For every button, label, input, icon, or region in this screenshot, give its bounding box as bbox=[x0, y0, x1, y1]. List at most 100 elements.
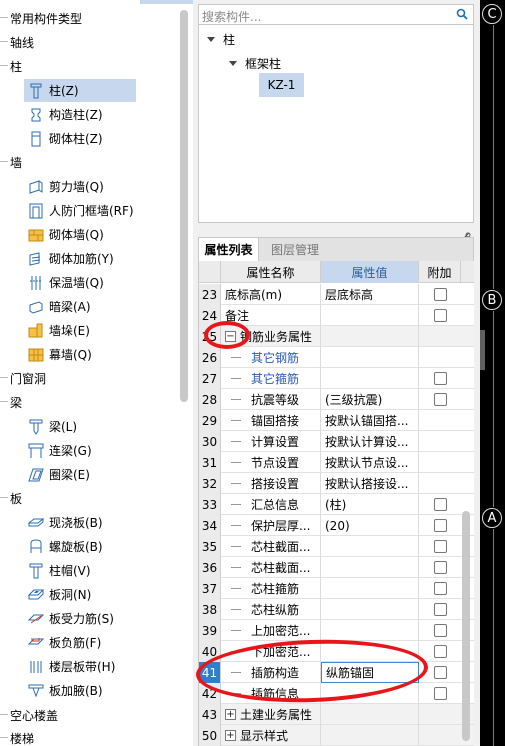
tree-node-frame-column[interactable]: 框架柱 bbox=[229, 55, 281, 72]
property-value[interactable] bbox=[321, 599, 419, 620]
row-number[interactable]: 31 bbox=[199, 452, 221, 473]
axis-bubble-a[interactable]: A bbox=[482, 508, 502, 528]
header-attach[interactable]: 附加 bbox=[419, 261, 461, 283]
tree-item-hidden-beam[interactable]: 暗梁(A) bbox=[24, 295, 176, 318]
table-row[interactable]: 28 抗震等级 (三级抗震) bbox=[199, 389, 474, 410]
property-value[interactable] bbox=[321, 578, 419, 599]
property-value[interactable]: (三级抗震) bbox=[321, 389, 419, 410]
row-number[interactable]: 29 bbox=[199, 410, 221, 431]
axis-bubble-c[interactable]: C bbox=[482, 4, 502, 24]
attach-checkbox[interactable] bbox=[433, 288, 447, 301]
attach-checkbox[interactable] bbox=[433, 309, 447, 322]
row-number[interactable]: 50 bbox=[199, 725, 221, 746]
tree-item-masonry-wall[interactable]: 砌体墙(Q) bbox=[24, 223, 176, 246]
tree-item-column[interactable]: 柱(Z) bbox=[24, 79, 136, 102]
group-axis[interactable]: 轴线 bbox=[0, 30, 178, 54]
row-number[interactable]: 32 bbox=[199, 473, 221, 494]
group-wall[interactable]: 墙 bbox=[0, 150, 178, 174]
property-value[interactable] bbox=[321, 368, 419, 389]
tree-item-cast-slab[interactable]: 现浇板(B) bbox=[24, 511, 176, 534]
tree-item-slab-negative-rebar[interactable]: 板负筋(F) bbox=[24, 631, 176, 654]
row-number[interactable]: 35 bbox=[199, 536, 221, 557]
tree-item-ring-beam[interactable]: 圈梁(E) bbox=[24, 463, 176, 486]
property-value[interactable]: 按默认计算设... bbox=[321, 431, 419, 452]
tree-scrollbar[interactable] bbox=[180, 10, 188, 402]
attach-checkbox[interactable] bbox=[433, 519, 447, 532]
row-number[interactable]: 23 bbox=[199, 284, 221, 305]
table-row[interactable]: 50 + 显示样式 bbox=[199, 725, 474, 746]
attach-checkbox[interactable] bbox=[433, 540, 447, 553]
attach-checkbox[interactable] bbox=[433, 666, 447, 679]
row-number[interactable]: 38 bbox=[199, 599, 221, 620]
property-value[interactable] bbox=[321, 620, 419, 641]
table-row[interactable]: 23 底标高(m) 层底标高 bbox=[199, 284, 474, 305]
property-value[interactable]: 按默认节点设... bbox=[321, 452, 419, 473]
table-row[interactable]: 43 + 土建业务属性 bbox=[199, 704, 474, 725]
tree-node-kz1[interactable]: KZ-1 bbox=[259, 73, 304, 97]
property-value[interactable]: (20) bbox=[321, 515, 419, 536]
tree-item-masonry-reinforcement[interactable]: 砌体加筋(Y) bbox=[24, 247, 176, 270]
tree-item-beam[interactable]: 梁(L) bbox=[24, 415, 176, 438]
property-value[interactable] bbox=[321, 557, 419, 578]
tab-property-list[interactable]: 属性列表 bbox=[199, 238, 259, 261]
row-number[interactable]: 27 bbox=[199, 368, 221, 389]
tab-layer-management[interactable]: 图层管理 bbox=[259, 238, 331, 261]
axis-bubble-b[interactable]: B bbox=[482, 290, 502, 310]
tree-item-slab-hole[interactable]: 板洞(N) bbox=[24, 583, 176, 606]
grid-scrollbar[interactable] bbox=[462, 511, 470, 741]
table-row[interactable]: 38 芯柱纵筋 bbox=[199, 599, 474, 620]
expand-arrow-icon[interactable] bbox=[207, 37, 215, 42]
property-value[interactable]: 层底标高 bbox=[321, 284, 419, 305]
table-row[interactable]: 34 保护层厚... (20) bbox=[199, 515, 474, 536]
row-number[interactable]: 28 bbox=[199, 389, 221, 410]
tree-item-civil-defense-door-wall[interactable]: 人防门框墙(RF) bbox=[24, 199, 176, 222]
group-common-types[interactable]: 常用构件类型 bbox=[0, 6, 178, 30]
panel-collapse-handle[interactable] bbox=[480, 330, 485, 370]
row-number[interactable]: 34 bbox=[199, 515, 221, 536]
row-number[interactable]: 37 bbox=[199, 578, 221, 599]
group-hollow-floor[interactable]: 空心楼盖 bbox=[0, 703, 178, 727]
property-value[interactable] bbox=[321, 326, 419, 347]
tree-item-insulation-wall[interactable]: 保温墙(Q) bbox=[24, 271, 176, 294]
table-row[interactable]: 39 上加密范... bbox=[199, 620, 474, 641]
search-input[interactable]: 搜索构件... bbox=[202, 8, 261, 25]
expand-arrow-icon[interactable] bbox=[229, 61, 237, 66]
attach-checkbox[interactable] bbox=[433, 393, 447, 406]
table-row[interactable]: 37 芯柱箍筋 bbox=[199, 578, 474, 599]
attach-checkbox[interactable] bbox=[433, 687, 447, 700]
tree-item-masonry-column[interactable]: 砌体柱(Z) bbox=[24, 127, 176, 150]
group-stairs[interactable]: 楼梯 bbox=[0, 726, 178, 746]
table-row[interactable]: 31 节点设置 按默认节点设... bbox=[199, 452, 474, 473]
expand-icon[interactable]: + bbox=[225, 730, 236, 741]
table-row[interactable]: 35 芯柱截面... bbox=[199, 536, 474, 557]
attach-checkbox[interactable] bbox=[433, 372, 447, 385]
table-row[interactable]: 30 计算设置 按默认计算设... bbox=[199, 431, 474, 452]
tree-item-coupling-beam[interactable]: 连梁(G) bbox=[24, 439, 176, 462]
tree-node-column[interactable]: 柱 bbox=[207, 31, 235, 48]
table-row[interactable]: 27 其它箍筋 bbox=[199, 368, 474, 389]
tree-item-shear-wall[interactable]: 剪力墙(Q) bbox=[24, 175, 176, 198]
property-value[interactable]: (柱) bbox=[321, 494, 419, 515]
table-row[interactable]: 26 其它钢筋 bbox=[199, 347, 474, 368]
table-row[interactable]: 32 搭接设置 按默认搭接设... bbox=[199, 473, 474, 494]
attach-checkbox[interactable] bbox=[433, 603, 447, 616]
row-number[interactable]: 36 bbox=[199, 557, 221, 578]
property-value[interactable] bbox=[321, 704, 419, 725]
property-value[interactable]: 按默认锚固搭... bbox=[321, 410, 419, 431]
tree-item-curtain-wall[interactable]: 幕墙(Q) bbox=[24, 343, 176, 366]
property-value[interactable] bbox=[321, 536, 419, 557]
search-icon[interactable] bbox=[456, 8, 468, 23]
attach-checkbox[interactable] bbox=[433, 498, 447, 511]
tree-item-wall-pier[interactable]: 墙垛(E) bbox=[24, 319, 176, 342]
expand-icon[interactable]: + bbox=[225, 709, 236, 720]
header-property-value[interactable]: 属性值 bbox=[321, 261, 419, 283]
group-slab[interactable]: 板 bbox=[0, 486, 178, 510]
tree-item-floor-slab-strip[interactable]: 楼层板带(H) bbox=[24, 655, 176, 678]
row-number[interactable]: 39 bbox=[199, 620, 221, 641]
row-number[interactable]: 43 bbox=[199, 704, 221, 725]
attach-checkbox[interactable] bbox=[433, 624, 447, 637]
row-number[interactable]: 33 bbox=[199, 494, 221, 515]
group-column[interactable]: 柱 bbox=[0, 54, 178, 78]
property-value[interactable]: 按默认搭接设... bbox=[321, 473, 419, 494]
tree-item-column-cap[interactable]: 柱帽(V) bbox=[24, 559, 176, 582]
